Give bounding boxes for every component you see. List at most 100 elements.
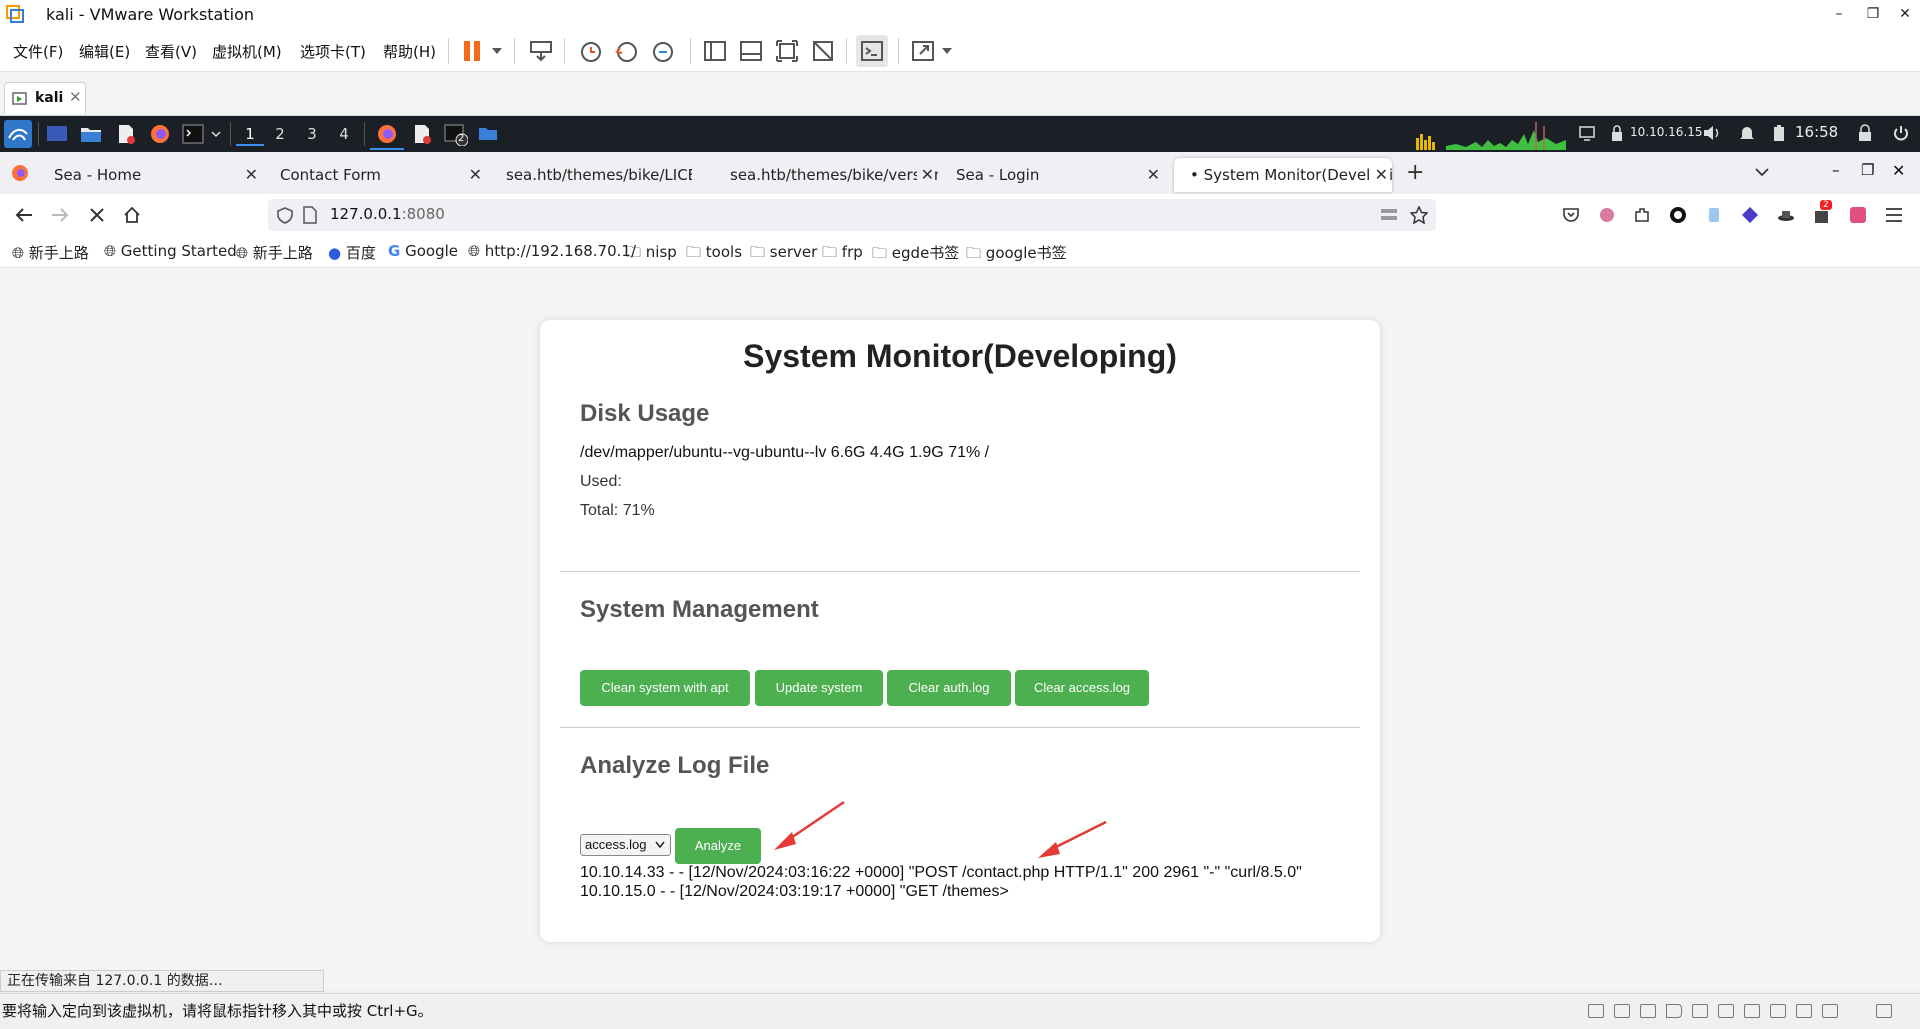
bookmark-item[interactable]: ● 百度 bbox=[328, 242, 376, 263]
thumbnail-view-icon[interactable] bbox=[738, 38, 764, 64]
bookmark-item[interactable]: 🌐︎ 新手上路 bbox=[236, 242, 313, 263]
tab-close-icon[interactable]: ✕ bbox=[1147, 158, 1160, 192]
send-ctrl-alt-del-icon[interactable] bbox=[528, 38, 554, 64]
pause-icon[interactable] bbox=[460, 38, 486, 64]
bookmark-folder[interactable]: 🗀 google书签 bbox=[966, 242, 1067, 268]
extension-blue-icon[interactable] bbox=[1705, 206, 1723, 224]
extension-circle-icon[interactable] bbox=[1669, 206, 1687, 224]
menu-file[interactable]: 文件(F) bbox=[13, 41, 63, 62]
workspace-1[interactable]: 1 bbox=[236, 122, 264, 146]
tab-license[interactable]: sea.htb/themes/bike/LICENSE bbox=[496, 158, 692, 192]
home-icon[interactable] bbox=[122, 205, 142, 225]
extension-pink-icon[interactable] bbox=[1598, 206, 1616, 224]
sidebar-view-icon[interactable] bbox=[702, 38, 728, 64]
stretch-dropdown-icon[interactable] bbox=[940, 38, 954, 64]
terminal-dropdown-icon[interactable] bbox=[210, 124, 222, 144]
snapshot-icon[interactable] bbox=[578, 38, 604, 64]
bookmark-item[interactable]: G Google bbox=[388, 242, 458, 260]
extension-hat-icon[interactable] bbox=[1777, 206, 1795, 224]
restore-button[interactable]: ❐ bbox=[1864, 6, 1882, 22]
vm-tab-close-icon[interactable]: ✕ bbox=[69, 88, 82, 106]
fullscreen-icon[interactable] bbox=[774, 38, 800, 64]
cd-icon[interactable] bbox=[1744, 1004, 1760, 1018]
vm-tab-kali[interactable]: kali ✕ bbox=[4, 82, 86, 114]
clear-auth-log-button[interactable]: Clear auth.log bbox=[887, 670, 1011, 706]
shared-folder-icon[interactable] bbox=[1796, 1004, 1812, 1018]
workspace-2[interactable]: 2 bbox=[266, 122, 294, 146]
editor-task-icon[interactable] bbox=[412, 124, 432, 144]
shield-icon[interactable] bbox=[276, 206, 294, 224]
minimize-button[interactable]: – bbox=[1830, 6, 1848, 22]
tab-contact-form[interactable]: Contact Form ✕ bbox=[270, 158, 486, 192]
display-device-icon[interactable] bbox=[1718, 1004, 1734, 1018]
kali-menu-icon[interactable] bbox=[4, 120, 32, 148]
menu-tabs[interactable]: 选项卡(T) bbox=[300, 41, 366, 62]
bookmark-item[interactable]: 🌐︎ 新手上路 bbox=[12, 242, 89, 263]
tab-system-monitor[interactable]: • System Monitor(Developing)✕ bbox=[1174, 158, 1392, 192]
bookmark-item[interactable]: 🌐︎ http://192.168.70.1/ bbox=[468, 242, 636, 260]
pocket-icon[interactable] bbox=[1562, 206, 1580, 224]
hard-disk-icon[interactable] bbox=[1588, 1004, 1604, 1018]
usb-icon[interactable] bbox=[1640, 1004, 1656, 1018]
page-info-icon[interactable] bbox=[302, 206, 318, 224]
menu-help[interactable]: 帮助(H) bbox=[383, 41, 436, 62]
forward-icon[interactable] bbox=[50, 206, 70, 224]
bookmark-folder[interactable]: 🗀 tools bbox=[686, 242, 742, 267]
menu-edit[interactable]: 编辑(E) bbox=[79, 41, 130, 62]
network-adapter-icon[interactable] bbox=[1614, 1004, 1630, 1018]
back-icon[interactable] bbox=[14, 206, 34, 224]
tab-sea-login[interactable]: Sea - Login ✕ bbox=[946, 158, 1164, 192]
lock-screen-icon[interactable] bbox=[1858, 124, 1872, 142]
menu-vm[interactable]: 虚拟机(M) bbox=[212, 41, 282, 62]
close-window-button[interactable]: ✕ bbox=[1896, 6, 1914, 22]
pause-dropdown-icon[interactable] bbox=[490, 38, 504, 64]
clear-access-log-button[interactable]: Clear access.log bbox=[1015, 670, 1149, 706]
show-desktop-icon[interactable] bbox=[46, 124, 68, 144]
browser-restore-button[interactable]: ❐ bbox=[1861, 161, 1874, 179]
extensions-puzzle-icon[interactable] bbox=[1633, 206, 1651, 224]
bookmark-item[interactable]: 🌐︎ Getting Started bbox=[104, 242, 237, 260]
display-icon[interactable] bbox=[1578, 124, 1596, 142]
firefox-launcher-icon[interactable] bbox=[150, 124, 170, 144]
console-view-icon[interactable] bbox=[859, 38, 885, 64]
file-manager-icon[interactable] bbox=[80, 124, 102, 144]
log-file-select[interactable]: access.log bbox=[580, 834, 671, 856]
sound-icon[interactable] bbox=[1666, 1004, 1682, 1018]
bookmark-folder[interactable]: 🗀 nisp bbox=[626, 242, 677, 267]
snapshot-manager-icon[interactable] bbox=[650, 38, 676, 64]
translate-icon[interactable] bbox=[1849, 206, 1867, 224]
browser-close-button[interactable]: ✕ bbox=[1892, 161, 1905, 180]
list-all-tabs-icon[interactable] bbox=[1754, 166, 1770, 178]
volume-icon[interactable] bbox=[1702, 124, 1722, 142]
tab-close-icon[interactable]: ✕ bbox=[916, 158, 934, 192]
workspace-4[interactable]: 4 bbox=[330, 122, 358, 146]
terminal-task-icon[interactable] bbox=[444, 124, 468, 146]
text-editor-icon[interactable] bbox=[116, 124, 136, 144]
tab-close-icon[interactable]: ✕ bbox=[469, 158, 482, 192]
stop-loading-icon[interactable] bbox=[88, 206, 106, 224]
update-system-button[interactable]: Update system bbox=[755, 670, 883, 706]
bookmark-star-icon[interactable] bbox=[1410, 206, 1428, 224]
fit-guest-icon[interactable] bbox=[1876, 1004, 1892, 1018]
tab-version[interactable]: sea.htb/themes/bike/version ✕ bbox=[720, 158, 938, 192]
browser-minimize-button[interactable]: – bbox=[1832, 161, 1840, 179]
bookmark-folder[interactable]: 🗀 egde书签 bbox=[872, 242, 959, 268]
bookmark-folder[interactable]: 🗀 server bbox=[750, 242, 817, 267]
task-firefox[interactable] bbox=[370, 120, 404, 150]
hamburger-menu-icon[interactable] bbox=[1885, 207, 1903, 223]
tab-close-icon[interactable]: ✕ bbox=[245, 158, 258, 192]
analyze-button[interactable]: Analyze bbox=[675, 828, 761, 864]
stretch-icon[interactable] bbox=[910, 38, 936, 64]
extension-purple-icon[interactable] bbox=[1741, 206, 1759, 224]
url-bar[interactable]: 127.0.0.1:8080 bbox=[268, 199, 1436, 231]
unity-icon[interactable] bbox=[810, 38, 836, 64]
terminal-launcher-icon[interactable] bbox=[182, 124, 204, 144]
printer-icon[interactable] bbox=[1692, 1004, 1708, 1018]
menu-view[interactable]: 查看(V) bbox=[145, 41, 197, 62]
notification-bell-icon[interactable] bbox=[1738, 124, 1756, 142]
new-tab-button[interactable]: + bbox=[1406, 160, 1424, 185]
message-log-icon[interactable] bbox=[1822, 1004, 1838, 1018]
tab-sea-home[interactable]: Sea - Home ✕ bbox=[44, 158, 262, 192]
firefox-view-icon[interactable] bbox=[11, 164, 29, 182]
reader-view-icon[interactable] bbox=[1380, 207, 1398, 223]
